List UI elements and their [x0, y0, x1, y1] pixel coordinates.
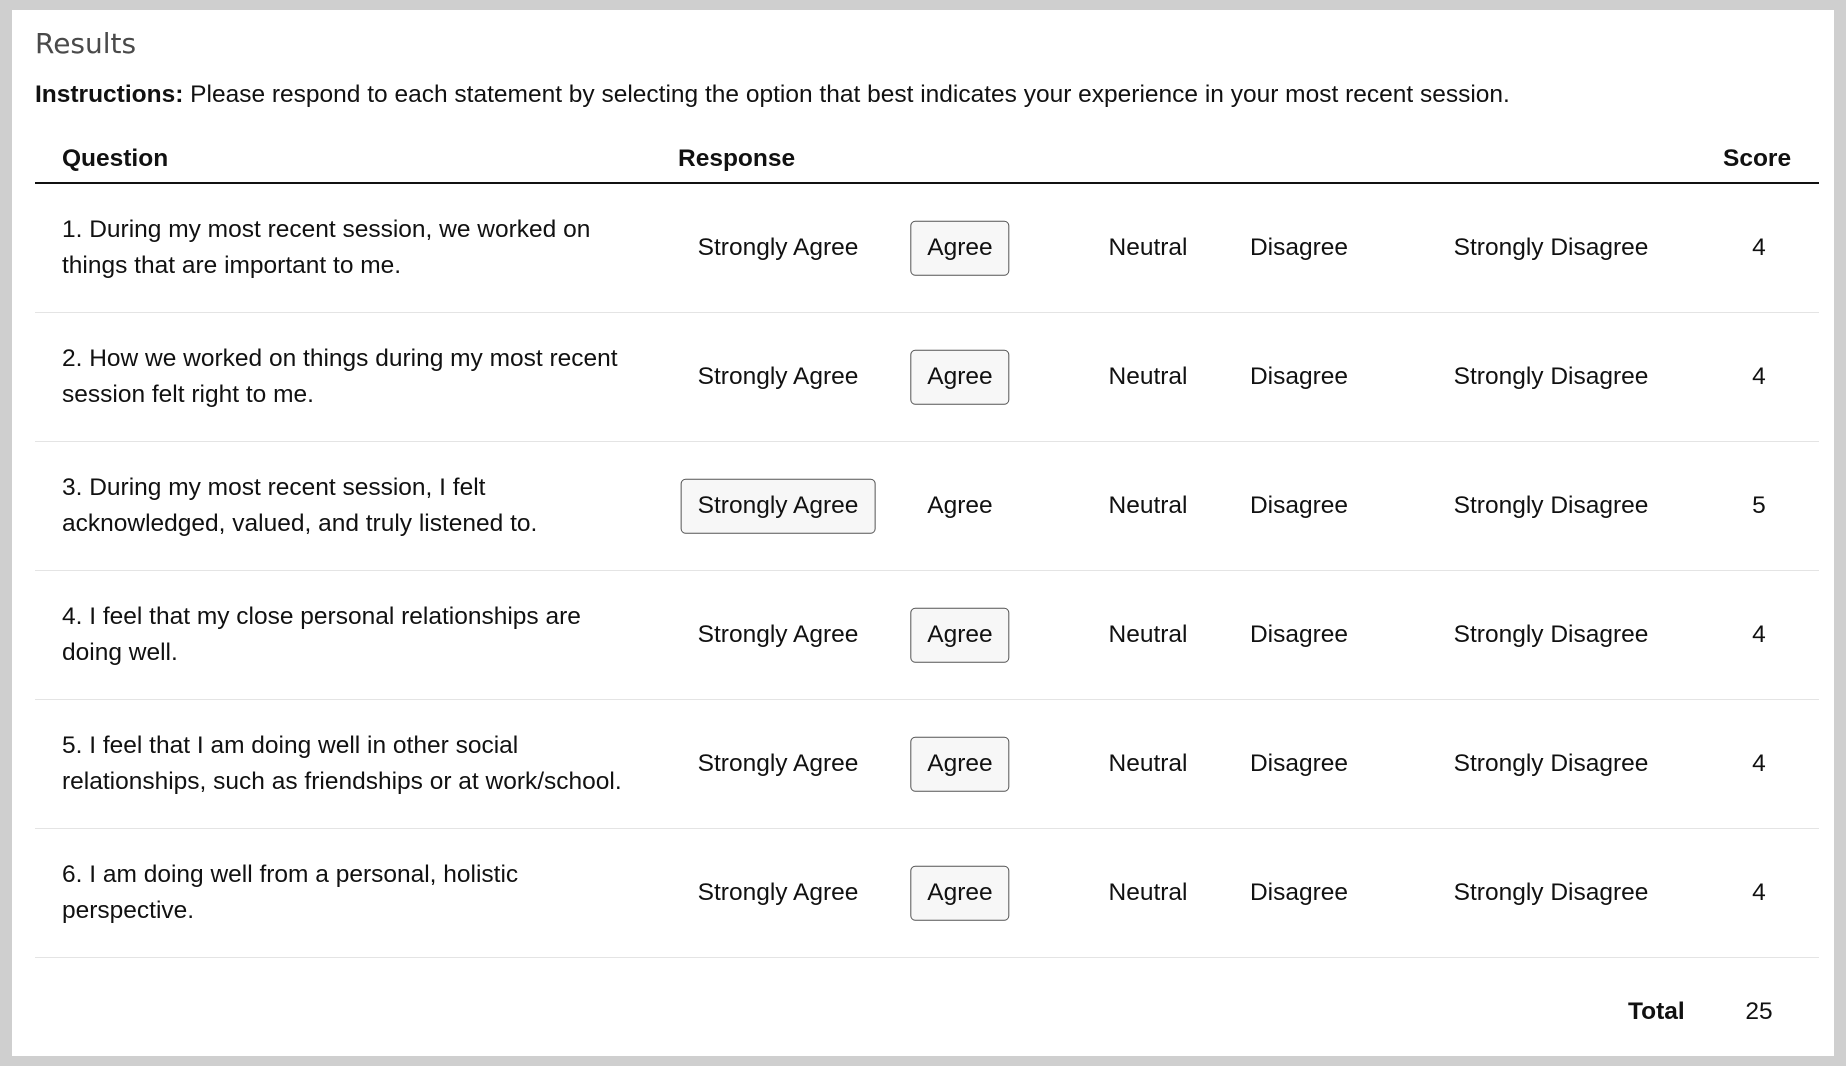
option-agree[interactable]: Agree — [910, 607, 1010, 663]
question-text: 5. I feel that I am doing well in other … — [62, 732, 622, 795]
question-text: 3. During my most recent session, I felt… — [62, 474, 538, 537]
table-row: 3. During my most recent session, I felt… — [35, 442, 1819, 571]
option-neutral[interactable]: Neutral — [1092, 608, 1205, 663]
score-value: 4 — [1752, 362, 1766, 390]
option-strongly-agree[interactable]: Strongly Agree — [680, 478, 876, 534]
question-text: 6. I am doing well from a personal, holi… — [62, 861, 519, 924]
option-disagree[interactable]: Disagree — [1233, 737, 1365, 792]
option-strongly-agree[interactable]: Strongly Agree — [681, 737, 876, 792]
option-neutral[interactable]: Neutral — [1092, 737, 1205, 792]
total-value: 25 — [1745, 998, 1773, 1025]
option-disagree[interactable]: Disagree — [1233, 608, 1365, 663]
option-agree[interactable]: Agree — [910, 349, 1010, 405]
table-row: 1. During my most recent session, we wor… — [35, 184, 1819, 313]
score-value: 5 — [1752, 491, 1766, 519]
option-strongly-agree[interactable]: Strongly Agree — [681, 608, 876, 663]
instructions-body: Please respond to each statement by sele… — [183, 81, 1510, 108]
score-value: 4 — [1752, 233, 1766, 261]
instructions-label: Instructions: — [35, 81, 184, 108]
option-disagree[interactable]: Disagree — [1233, 221, 1365, 276]
option-disagree[interactable]: Disagree — [1233, 479, 1365, 534]
table-header: Question Response Score — [35, 137, 1819, 184]
option-strongly-disagree[interactable]: Strongly Disagree — [1437, 350, 1666, 405]
total-label: Total — [1628, 998, 1685, 1025]
option-disagree[interactable]: Disagree — [1233, 350, 1365, 405]
option-strongly-disagree[interactable]: Strongly Disagree — [1437, 608, 1666, 663]
question-text: 2. How we worked on things during my mos… — [62, 345, 618, 408]
page-title: Results — [35, 27, 137, 60]
option-strongly-agree[interactable]: Strongly Agree — [681, 350, 876, 405]
score-value: 4 — [1752, 620, 1766, 648]
header-response: Response — [678, 145, 796, 172]
option-agree[interactable]: Agree — [910, 865, 1010, 921]
instructions-text: Instructions: Please respond to each sta… — [35, 80, 1510, 109]
option-strongly-disagree[interactable]: Strongly Disagree — [1437, 479, 1666, 534]
total-row: Total 25 — [35, 958, 1819, 1066]
score-value: 4 — [1752, 878, 1766, 906]
table-row: 2. How we worked on things during my mos… — [35, 313, 1819, 442]
header-question: Question — [62, 145, 169, 172]
results-panel: Results Instructions: Please respond to … — [12, 10, 1834, 1056]
option-agree[interactable]: Agree — [910, 736, 1010, 792]
option-agree[interactable]: Agree — [910, 479, 1009, 534]
option-neutral[interactable]: Neutral — [1092, 221, 1205, 276]
option-disagree[interactable]: Disagree — [1233, 866, 1365, 921]
option-agree[interactable]: Agree — [910, 220, 1010, 276]
header-score: Score — [1723, 145, 1792, 172]
table-row: 6. I am doing well from a personal, holi… — [35, 829, 1819, 958]
option-strongly-agree[interactable]: Strongly Agree — [681, 866, 876, 921]
option-neutral[interactable]: Neutral — [1092, 479, 1205, 534]
option-neutral[interactable]: Neutral — [1092, 866, 1205, 921]
option-strongly-disagree[interactable]: Strongly Disagree — [1437, 737, 1666, 792]
option-neutral[interactable]: Neutral — [1092, 350, 1205, 405]
option-strongly-disagree[interactable]: Strongly Disagree — [1437, 221, 1666, 276]
table-row: 4. I feel that my close personal relatio… — [35, 571, 1819, 700]
score-value: 4 — [1752, 749, 1766, 777]
table-row: 5. I feel that I am doing well in other … — [35, 700, 1819, 829]
option-strongly-disagree[interactable]: Strongly Disagree — [1437, 866, 1666, 921]
question-text: 4. I feel that my close personal relatio… — [62, 603, 581, 666]
option-strongly-agree[interactable]: Strongly Agree — [681, 221, 876, 276]
results-table: Question Response Score 1. During my mos… — [35, 137, 1819, 1066]
question-text: 1. During my most recent session, we wor… — [62, 216, 591, 279]
